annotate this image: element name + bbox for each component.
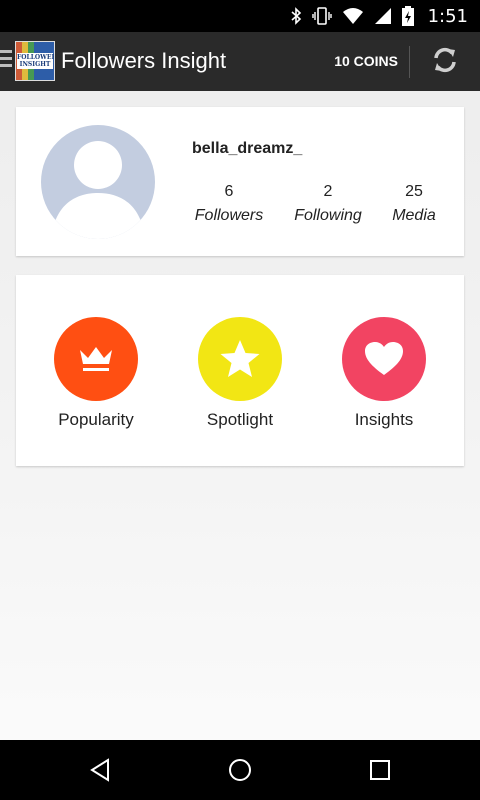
signal-icon (374, 7, 392, 25)
media-count: 25 (405, 183, 423, 200)
home-icon[interactable] (228, 758, 252, 782)
default-avatar-icon[interactable] (41, 125, 155, 239)
refresh-button[interactable] (425, 44, 465, 80)
profile-card: bella_dreamz_ 6 Followers 2 Following 25… (16, 107, 464, 256)
coins-button[interactable]: 10 COINS (334, 53, 398, 69)
recents-icon[interactable] (368, 758, 392, 782)
battery-charging-icon (401, 6, 414, 26)
popularity-button[interactable]: Popularity (36, 317, 156, 430)
refresh-icon (430, 45, 460, 80)
media-label: Media (392, 207, 436, 224)
star-icon (198, 317, 282, 401)
crown-icon (54, 317, 138, 401)
media-stat[interactable]: 25 Media (386, 183, 442, 225)
insights-button[interactable]: Insights (324, 317, 444, 430)
followers-stat[interactable]: 6 Followers (190, 183, 268, 225)
followers-count: 6 (224, 183, 234, 200)
app-logo-text: FOLLOWERS INSIGHT (17, 53, 54, 69)
following-stat[interactable]: 2 Following (288, 183, 368, 225)
features-card: Popularity Spotlight Insights (16, 275, 464, 466)
app-title: Followers Insight (61, 48, 227, 73)
back-icon[interactable] (88, 758, 112, 782)
navigation-bar (0, 740, 480, 800)
popularity-label: Popularity (58, 410, 134, 429)
app-bar-divider (409, 46, 410, 78)
app-bar: FOLLOWERS INSIGHT Followers Insight 10 C… (0, 32, 480, 91)
spotlight-button[interactable]: Spotlight (180, 317, 300, 430)
wifi-icon (342, 7, 364, 25)
heart-icon (342, 317, 426, 401)
followers-label: Followers (194, 207, 264, 224)
bluetooth-icon (290, 7, 302, 25)
app-logo[interactable]: FOLLOWERS INSIGHT (15, 41, 55, 81)
following-label: Following (294, 207, 362, 224)
spotlight-label: Spotlight (206, 410, 274, 429)
menu-icon[interactable] (0, 50, 14, 70)
vibrate-icon (311, 7, 332, 25)
username: bella_dreamz_ (192, 140, 303, 157)
insights-label: Insights (354, 410, 414, 429)
status-time: 1:51 (427, 5, 468, 27)
status-bar: 1:51 (0, 0, 480, 32)
following-count: 2 (323, 183, 333, 200)
